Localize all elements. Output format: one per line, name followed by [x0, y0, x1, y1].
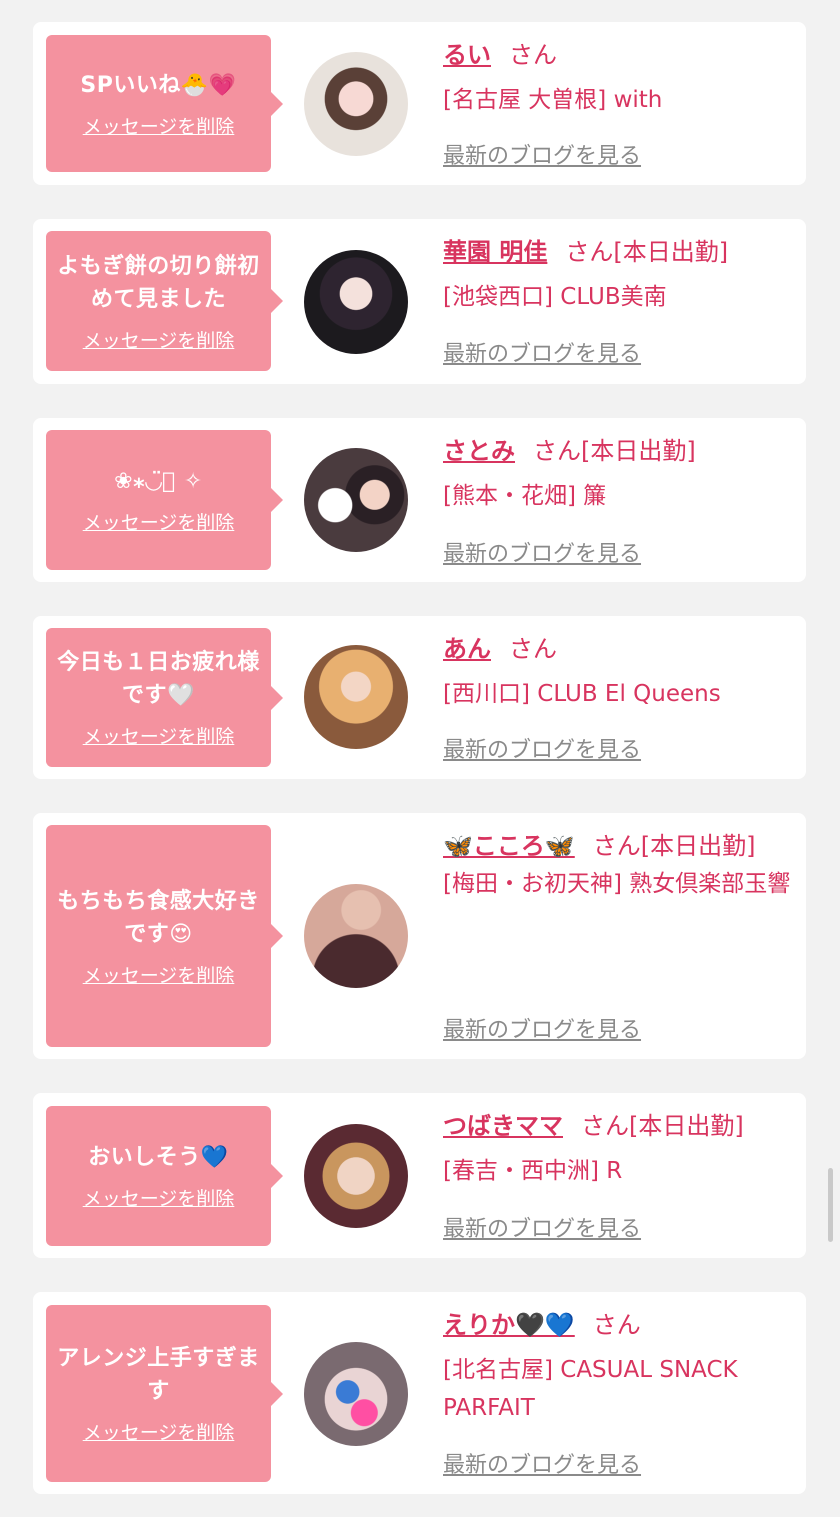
- user-name-link[interactable]: あん: [443, 635, 491, 663]
- message-bubble: おいしそう💙 メッセージを削除: [46, 1106, 283, 1246]
- message-bubble: SPいいね🐣💗 メッセージを削除: [46, 35, 283, 172]
- user-info: あん さん [西川口] CLUB El Queens: [443, 630, 795, 713]
- name-line: つばきママ さん[本日出勤]: [443, 1107, 795, 1145]
- name-line: 華園 明佳 さん[本日出勤]: [443, 233, 795, 271]
- name-line: 🦋こころ🦋 さん[本日出勤]: [443, 827, 795, 865]
- latest-blog-link[interactable]: 最新のブログを見る: [443, 1447, 641, 1479]
- work-badge: [本日出勤]: [581, 437, 696, 465]
- message-bubble: もちもち食感大好きです😍 メッセージを削除: [46, 825, 283, 1047]
- shop-link[interactable]: [春吉・西中洲] R: [443, 1152, 795, 1190]
- message-bubble: アレンジ上手すぎます メッセージを削除: [46, 1305, 283, 1482]
- user-info: つばきママ さん[本日出勤] [春吉・西中洲] R: [443, 1107, 795, 1190]
- message-bubble: ❀⁎◡̈⃝ ✧ メッセージを削除: [46, 430, 283, 570]
- avatar[interactable]: [304, 52, 408, 156]
- latest-blog-link[interactable]: 最新のブログを見る: [443, 732, 641, 764]
- message-card: よもぎ餅の切り餅初めて見ました メッセージを削除 華園 明佳 さん[本日出勤] […: [33, 219, 806, 384]
- honorific: さん: [509, 635, 557, 663]
- delete-message-link[interactable]: メッセージを削除: [83, 326, 235, 353]
- latest-blog-link[interactable]: 最新のブログを見る: [443, 1211, 641, 1243]
- shop-link[interactable]: [西川口] CLUB El Queens: [443, 675, 795, 713]
- message-text: SPいいね🐣💗: [80, 72, 237, 98]
- scrollbar[interactable]: [828, 1168, 833, 1242]
- user-name-link[interactable]: えりか🖤💙: [443, 1311, 575, 1339]
- name-line: るい さん: [443, 36, 795, 74]
- shop-link[interactable]: [名古屋 大曽根] with: [443, 81, 795, 119]
- name-line: えりか🖤💙 さん: [443, 1306, 795, 1344]
- message-bubble: 今日も１日お疲れ様です🤍 メッセージを削除: [46, 628, 283, 767]
- user-name-link[interactable]: つばきママ: [443, 1112, 563, 1140]
- avatar[interactable]: [304, 250, 408, 354]
- message-card: 今日も１日お疲れ様です🤍 メッセージを削除 あん さん [西川口] CLUB El…: [33, 616, 806, 779]
- user-name-link[interactable]: 🦋こころ🦋: [443, 832, 575, 860]
- honorific: さん: [592, 1311, 641, 1339]
- avatar[interactable]: [304, 1342, 408, 1446]
- message-card: おいしそう💙 メッセージを削除 つばきママ さん[本日出勤] [春吉・西中洲] R…: [33, 1093, 806, 1258]
- delete-message-link[interactable]: メッセージを削除: [83, 961, 235, 988]
- work-badge: [本日出勤]: [629, 1112, 744, 1140]
- delete-message-link[interactable]: メッセージを削除: [83, 1418, 235, 1445]
- user-name-link[interactable]: 華園 明佳: [443, 238, 547, 266]
- avatar[interactable]: [304, 645, 408, 749]
- message-card: ❀⁎◡̈⃝ ✧ メッセージを削除 さとみ さん[本日出勤] [熊本・花畑] 簾 最…: [33, 418, 806, 582]
- user-info: るい さん [名古屋 大曽根] with: [443, 36, 795, 119]
- shop-link[interactable]: [池袋西口] CLUB美南: [443, 278, 795, 316]
- message-text: 今日も１日お疲れ様です🤍: [57, 650, 260, 708]
- user-name-link[interactable]: るい: [443, 41, 491, 69]
- work-badge: [本日出勤]: [640, 832, 756, 860]
- message-card: アレンジ上手すぎます メッセージを削除 えりか🖤💙 さん [北名古屋] CASUA…: [33, 1292, 806, 1494]
- work-badge: [本日出勤]: [613, 238, 729, 266]
- honorific: さん: [565, 238, 614, 266]
- delete-message-link[interactable]: メッセージを削除: [83, 112, 235, 139]
- user-name-link[interactable]: さとみ: [443, 437, 515, 465]
- honorific: さん: [592, 832, 641, 860]
- user-info: 🦋こころ🦋 さん[本日出勤] [梅田・お初天神] 熟女倶楽部玉響: [443, 827, 795, 903]
- name-line: あん さん: [443, 630, 795, 668]
- latest-blog-link[interactable]: 最新のブログを見る: [443, 138, 641, 170]
- honorific: さん: [533, 437, 581, 465]
- message-text: ❀⁎◡̈⃝ ✧: [114, 469, 203, 494]
- latest-blog-link[interactable]: 最新のブログを見る: [443, 536, 641, 568]
- avatar[interactable]: [304, 1124, 408, 1228]
- honorific: さん: [581, 1112, 629, 1140]
- shop-link[interactable]: [北名古屋] CASUAL SNACK PARFAIT: [443, 1351, 795, 1427]
- user-info: 華園 明佳 さん[本日出勤] [池袋西口] CLUB美南: [443, 233, 795, 316]
- user-info: さとみ さん[本日出勤] [熊本・花畑] 簾: [443, 432, 795, 515]
- message-text: アレンジ上手すぎます: [57, 1346, 260, 1404]
- delete-message-link[interactable]: メッセージを削除: [83, 508, 235, 535]
- message-card: SPいいね🐣💗 メッセージを削除 るい さん [名古屋 大曽根] with 最新の…: [33, 22, 806, 185]
- message-bubble: よもぎ餅の切り餅初めて見ました メッセージを削除: [46, 231, 283, 371]
- avatar[interactable]: [304, 448, 408, 552]
- message-list: SPいいね🐣💗 メッセージを削除 るい さん [名古屋 大曽根] with 最新の…: [0, 0, 840, 1517]
- name-line: さとみ さん[本日出勤]: [443, 432, 795, 470]
- message-card: もちもち食感大好きです😍 メッセージを削除 🦋こころ🦋 さん[本日出勤] [梅田・…: [33, 813, 806, 1059]
- message-text: もちもち食感大好きです😍: [57, 888, 260, 947]
- message-text: よもぎ餅の切り餅初めて見ました: [57, 253, 260, 312]
- latest-blog-link[interactable]: 最新のブログを見る: [443, 1012, 641, 1044]
- honorific: さん: [509, 41, 557, 69]
- shop-link[interactable]: [梅田・お初天神] 熟女倶楽部玉響: [443, 865, 795, 903]
- delete-message-link[interactable]: メッセージを削除: [83, 1184, 235, 1211]
- message-text: おいしそう💙: [88, 1145, 229, 1170]
- latest-blog-link[interactable]: 最新のブログを見る: [443, 336, 641, 368]
- avatar[interactable]: [304, 884, 408, 988]
- user-info: えりか🖤💙 さん [北名古屋] CASUAL SNACK PARFAIT: [443, 1306, 795, 1427]
- shop-link[interactable]: [熊本・花畑] 簾: [443, 477, 795, 515]
- delete-message-link[interactable]: メッセージを削除: [83, 722, 235, 749]
